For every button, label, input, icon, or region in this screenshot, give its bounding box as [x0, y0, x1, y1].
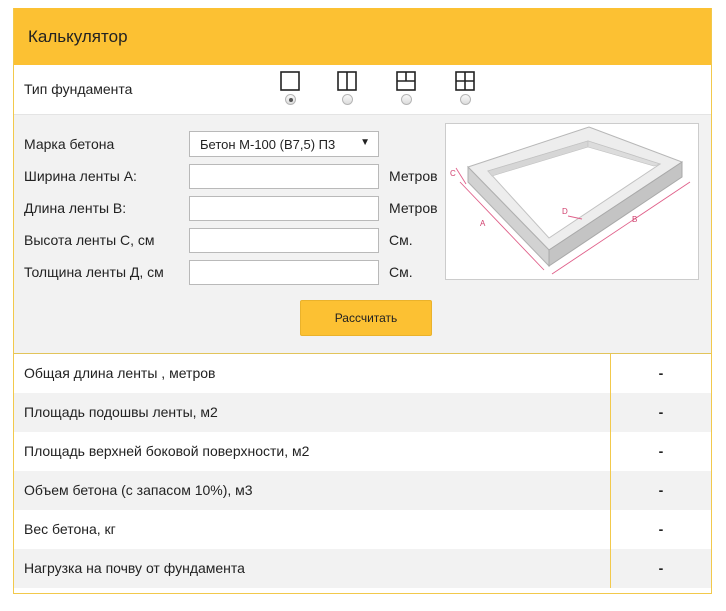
thickness-d-row: Толщина ленты Д, см См.: [14, 260, 454, 285]
dropdown-arrow-icon: ▼: [360, 137, 370, 148]
length-b-row: Длина ленты В: Метров: [14, 196, 454, 221]
result-row: Объем бетона (с запасом 10%), м3 -: [14, 471, 711, 510]
calculator-title: Калькулятор: [28, 26, 128, 46]
result-row: Площадь подошвы ленты, м2 -: [14, 393, 711, 432]
length-b-label: Длина ленты В:: [24, 200, 127, 216]
result-value: -: [658, 365, 664, 381]
width-a-input[interactable]: [189, 164, 379, 189]
thickness-d-input[interactable]: [189, 260, 379, 285]
foundation-type-radio-4[interactable]: [459, 94, 471, 105]
foundation-diagram: C A D B: [445, 123, 699, 280]
square-one-divider-icon: [337, 71, 357, 91]
result-row: Общая длина ленты , метров -: [14, 354, 711, 393]
foundation-type-radio-1[interactable]: [284, 94, 296, 105]
result-label: Вес бетона, кг: [14, 510, 611, 549]
height-c-label: Высота ленты С, см: [24, 232, 155, 248]
results-table: Общая длина ленты , метров - Площадь под…: [14, 353, 711, 588]
result-value: -: [658, 560, 664, 576]
foundation-type-option-3[interactable]: [395, 71, 417, 105]
result-label: Площадь подошвы ленты, м2: [14, 393, 611, 432]
foundation-type-radio-2[interactable]: [341, 94, 353, 105]
foundation-type-row: Тип фундамента: [14, 65, 711, 115]
concrete-grade-row: Марка бетона Бетон М-100 (В7,5) П3 ▼: [14, 131, 454, 157]
diagram-label-b: B: [632, 215, 637, 224]
width-a-label: Ширина ленты А:: [24, 168, 137, 184]
height-c-unit: См.: [389, 232, 413, 248]
input-form: Марка бетона Бетон М-100 (В7,5) П3 ▼ Шир…: [14, 115, 711, 353]
width-a-unit: Метров: [389, 168, 438, 184]
square-icon: [280, 71, 300, 91]
square-t-divider-icon: [396, 71, 416, 91]
diagram-label-a: A: [480, 219, 486, 228]
result-value: -: [658, 521, 664, 537]
diagram-label-d: D: [562, 207, 568, 216]
foundation-type-option-4[interactable]: [454, 71, 476, 105]
foundation-type-option-1[interactable]: [279, 71, 301, 105]
result-row: Нагрузка на почву от фундамента -: [14, 549, 711, 588]
concrete-grade-select[interactable]: Бетон М-100 (В7,5) П3 ▼: [189, 131, 379, 157]
thickness-d-label: Толщина ленты Д, см: [24, 264, 164, 280]
calculator: Калькулятор Тип фундамента Марка бетона …: [13, 8, 712, 594]
calculator-header: Калькулятор: [14, 8, 711, 65]
foundation-type-label: Тип фундамента: [24, 81, 133, 97]
square-cross-icon: [455, 71, 475, 91]
result-row: Вес бетона, кг -: [14, 510, 711, 549]
calculate-button[interactable]: Рассчитать: [300, 300, 432, 336]
result-label: Объем бетона (с запасом 10%), м3: [14, 471, 611, 510]
length-b-input[interactable]: [189, 196, 379, 221]
foundation-frame-illustration: C A D B: [450, 126, 691, 275]
result-label: Общая длина ленты , метров: [14, 354, 611, 393]
result-label: Площадь верхней боковой поверхности, м2: [14, 432, 611, 471]
height-c-input[interactable]: [189, 228, 379, 253]
result-value: -: [658, 482, 664, 498]
result-label: Нагрузка на почву от фундамента: [14, 549, 611, 588]
height-c-row: Высота ленты С, см См.: [14, 228, 454, 253]
diagram-label-c: C: [450, 169, 456, 178]
length-b-unit: Метров: [389, 200, 438, 216]
concrete-grade-value: Бетон М-100 (В7,5) П3: [200, 137, 336, 152]
result-row: Площадь верхней боковой поверхности, м2 …: [14, 432, 711, 471]
foundation-type-radio-3[interactable]: [400, 94, 412, 105]
width-a-row: Ширина ленты А: Метров: [14, 164, 454, 189]
result-value: -: [658, 404, 664, 420]
thickness-d-unit: См.: [389, 264, 413, 280]
foundation-type-option-2[interactable]: [336, 71, 358, 105]
result-value: -: [658, 443, 664, 459]
concrete-grade-label: Марка бетона: [24, 136, 115, 152]
